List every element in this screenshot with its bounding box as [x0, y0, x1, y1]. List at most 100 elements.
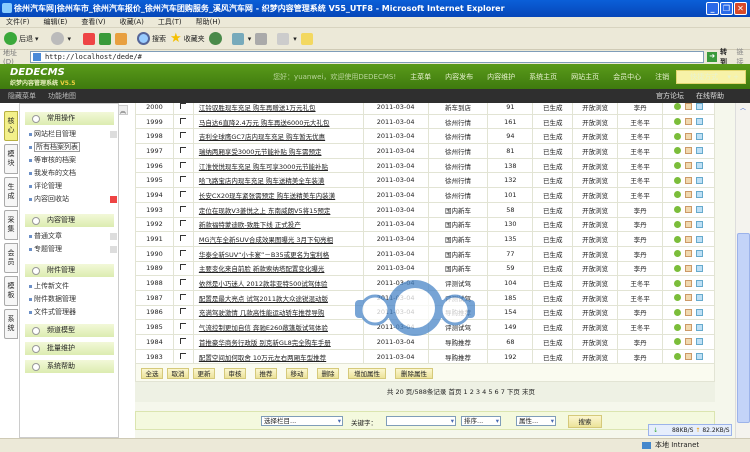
menu-edit[interactable]: 编辑(E): [44, 18, 68, 26]
preview-icon[interactable]: [674, 308, 681, 316]
add-icon[interactable]: [110, 246, 117, 253]
attribute-select[interactable]: 属性...: [516, 416, 556, 426]
sidebar-group[interactable]: 附件管理: [25, 264, 114, 277]
article-title[interactable]: 江铃驭胜现车充足 购车再赠送1万元礼包: [192, 103, 364, 115]
maximize-button[interactable]: ❐: [720, 2, 733, 15]
function-map-button[interactable]: 功能地图: [48, 92, 76, 100]
pagination[interactable]: 共 20 页/588条记录 首页 1 2 3 4 5 6 7 下页 末页: [135, 382, 715, 402]
edit-icon[interactable]: [685, 308, 692, 316]
row-checkbox[interactable]: [180, 220, 187, 227]
article-title[interactable]: 首推豪华商务行政版 别克新GL8完全购车手册: [192, 334, 364, 350]
row-checkbox[interactable]: [180, 146, 187, 153]
batch-button[interactable]: 全选: [141, 368, 163, 379]
nav-main-menu[interactable]: 主菜单: [403, 72, 438, 82]
batch-button[interactable]: 删除属性: [395, 368, 433, 379]
refresh-button[interactable]: [99, 32, 112, 45]
menu-favorites[interactable]: 收藏(A): [120, 18, 144, 26]
article-title[interactable]: 哈飞路宝店内现车充足 购车送精美全车装潢: [192, 172, 364, 189]
row-checkbox[interactable]: [180, 176, 187, 183]
edit-button[interactable]: [277, 32, 290, 45]
preview-icon[interactable]: [674, 220, 681, 228]
article-title[interactable]: 长安CX20现车紧张需预定 购车送精美车内装潢: [192, 187, 364, 203]
edit-icon[interactable]: [685, 294, 692, 302]
nav-maintain[interactable]: 内容维护: [480, 72, 522, 82]
preview-icon[interactable]: [674, 338, 681, 346]
row-checkbox[interactable]: [180, 205, 187, 212]
sidebar-group[interactable]: 内容管理: [25, 214, 114, 227]
vtab-2[interactable]: 生成: [4, 177, 18, 207]
row-checkbox[interactable]: [180, 235, 187, 242]
back-button[interactable]: 后退 ▾: [4, 32, 39, 45]
doc-icon[interactable]: [696, 235, 703, 243]
row-checkbox[interactable]: [180, 308, 187, 315]
edit-icon[interactable]: [685, 250, 692, 258]
vtab-3[interactable]: 采集: [4, 210, 18, 240]
row-checkbox[interactable]: [180, 264, 187, 271]
doc-icon[interactable]: [696, 338, 703, 346]
row-checkbox[interactable]: [180, 132, 187, 139]
doc-icon[interactable]: [696, 103, 703, 111]
row-checkbox[interactable]: [180, 249, 187, 256]
article-title[interactable]: 定位在现款V3菱悦之上 东南威朗V5将15预定: [192, 201, 364, 218]
doc-icon[interactable]: [696, 264, 703, 272]
batch-button[interactable]: 审核: [224, 368, 246, 379]
nav-system-home[interactable]: 系统主页: [522, 72, 564, 82]
search-button[interactable]: 搜索: [137, 32, 166, 45]
nav-logout[interactable]: 注销: [648, 72, 676, 82]
minimize-button[interactable]: _: [706, 2, 719, 15]
batch-button[interactable]: 取消: [167, 368, 189, 379]
sidebar-item[interactable]: 内容回收站: [20, 193, 118, 206]
nav-member-center[interactable]: 会员中心: [606, 72, 648, 82]
batch-button[interactable]: 增加属性: [348, 368, 386, 379]
edit-icon[interactable]: [685, 264, 692, 272]
preview-icon[interactable]: [674, 162, 681, 170]
doc-icon[interactable]: [696, 279, 703, 287]
preview-icon[interactable]: [674, 147, 681, 155]
edit-icon[interactable]: [685, 206, 692, 214]
article-title[interactable]: MG汽车全新SUV合成效果图曝光 3月下旬亮相: [192, 231, 364, 247]
edit-icon[interactable]: [685, 103, 692, 111]
doc-icon[interactable]: [696, 206, 703, 214]
preview-icon[interactable]: [674, 250, 681, 258]
preview-icon[interactable]: [674, 235, 681, 243]
batch-button[interactable]: 移动: [286, 368, 308, 379]
edit-icon[interactable]: [685, 147, 692, 155]
doc-icon[interactable]: [696, 220, 703, 228]
sidebar-group[interactable]: 批量维护: [25, 342, 114, 355]
row-checkbox[interactable]: [180, 161, 187, 168]
vtab-5[interactable]: 模板: [4, 276, 18, 306]
doc-icon[interactable]: [696, 191, 703, 199]
preview-icon[interactable]: [674, 118, 681, 126]
print-button[interactable]: [255, 32, 268, 45]
row-checkbox[interactable]: [180, 352, 187, 359]
article-title[interactable]: 江淮悦悦现车充足 购车可享3000元节能补贴: [192, 157, 364, 174]
batch-button[interactable]: 推荐: [255, 368, 277, 379]
vtab-1[interactable]: 模块: [4, 144, 18, 174]
article-title[interactable]: 气流控制更加自信 奔驰E260敞篷版试驾体验: [192, 319, 364, 335]
scrollbar-thumb[interactable]: [737, 233, 750, 423]
online-help-link[interactable]: 在线帮助: [696, 92, 724, 100]
article-title[interactable]: 华泰全新SUV“小卡宴”－B35或更名为宝利格: [192, 245, 364, 262]
doc-icon[interactable]: [696, 132, 703, 140]
hide-menu-button[interactable]: 隐藏菜单: [8, 92, 36, 100]
sidebar-item[interactable]: 等审核的档案: [20, 154, 118, 167]
row-checkbox[interactable]: [180, 293, 187, 300]
menu-view[interactable]: 查看(V): [81, 18, 105, 26]
doc-icon[interactable]: [696, 147, 703, 155]
row-checkbox[interactable]: [180, 117, 187, 124]
doc-icon[interactable]: [696, 162, 703, 170]
sidebar-item[interactable]: 所有档案列表: [20, 141, 118, 154]
article-title[interactable]: 充满驾驶激情 几款高性能运动轿车推荐导购: [192, 304, 364, 321]
row-checkbox[interactable]: [180, 103, 187, 109]
doc-icon[interactable]: [696, 353, 703, 361]
preview-icon[interactable]: [674, 103, 681, 111]
edit-icon[interactable]: [685, 118, 692, 126]
close-button[interactable]: ✕: [734, 2, 747, 15]
nav-site-home[interactable]: 网站主页: [564, 72, 606, 82]
edit-icon[interactable]: [685, 132, 692, 140]
sidebar-item[interactable]: 网站栏目管理: [20, 128, 118, 141]
sidebar-group[interactable]: 系统帮助: [25, 360, 114, 373]
scrollbar[interactable]: ︿: [735, 103, 750, 438]
preview-icon[interactable]: [674, 176, 681, 184]
row-checkbox[interactable]: [180, 337, 187, 344]
